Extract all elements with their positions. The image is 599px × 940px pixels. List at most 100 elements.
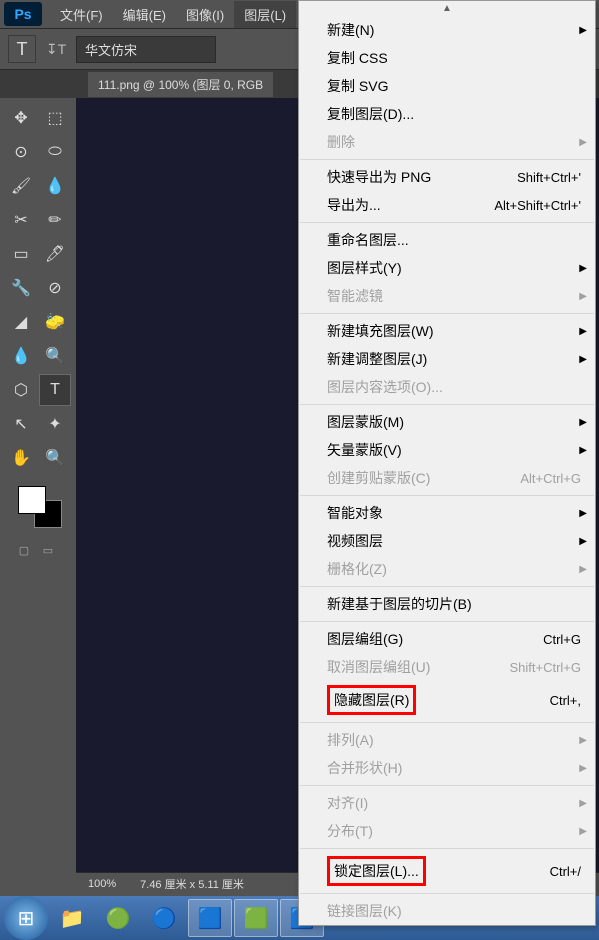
menu-item[interactable]: 图层编组(G)Ctrl+G (299, 625, 595, 653)
tool-button[interactable]: 🔧 (5, 272, 37, 304)
menu-item[interactable]: 新建填充图层(W)▶ (299, 317, 595, 345)
tool-button[interactable]: 🔍 (39, 340, 71, 372)
taskbar-app-icon[interactable]: 🔵 (142, 899, 186, 937)
menu-item[interactable]: 复制图层(D)... (299, 100, 595, 128)
menu-separator (300, 495, 594, 496)
menu-edit[interactable]: 编辑(E) (113, 1, 176, 28)
submenu-arrow-icon: ▶ (579, 137, 587, 148)
tool-button[interactable]: ✋ (5, 442, 37, 474)
tool-button[interactable]: 🔍 (39, 442, 71, 474)
foreground-color[interactable] (18, 486, 46, 514)
menu-file[interactable]: 文件(F) (50, 1, 113, 28)
submenu-arrow-icon: ▶ (579, 536, 587, 547)
menu-item[interactable]: 新建(N)▶ (299, 16, 595, 44)
menu-item: 取消图层编组(U)Shift+Ctrl+G (299, 653, 595, 681)
tool-button[interactable]: ⬭ (39, 136, 71, 168)
menu-layer[interactable]: 图层(L) (234, 1, 296, 28)
quickmask-icon[interactable]: ▢ (14, 542, 34, 558)
tool-button[interactable]: ⬡ (5, 374, 37, 406)
menu-shortcut: Alt+Shift+Ctrl+' (494, 198, 581, 213)
menu-item: 栅格化(Z)▶ (299, 555, 595, 583)
text-orientation-icon[interactable]: ↧T (44, 37, 68, 61)
menu-item-label: 删除 (327, 132, 581, 152)
menu-separator (300, 222, 594, 223)
tools-panel: ✥⬚⊙⬭🖌💧✂✏▭🖊🔧⊘◢🧽💧🔍⬡T↖✦✋🔍 ▢ ▭ (0, 98, 76, 893)
menu-item[interactable]: 导出为...Alt+Shift+Ctrl+' (299, 191, 595, 219)
zoom-level[interactable]: 100% (88, 878, 116, 890)
menu-item-label: 新建基于图层的切片(B) (327, 594, 581, 614)
menu-item: 链接图层(K) (299, 897, 595, 925)
tool-button[interactable]: ✦ (39, 408, 71, 440)
font-family-field[interactable]: 华文仿宋 (76, 36, 216, 63)
menu-separator (300, 848, 594, 849)
submenu-arrow-icon: ▶ (579, 826, 587, 837)
tool-button[interactable]: T (39, 374, 71, 406)
menu-item-label: 链接图层(K) (327, 901, 581, 921)
tool-button[interactable]: ✂ (5, 204, 37, 236)
menu-item[interactable]: 新建调整图层(J)▶ (299, 345, 595, 373)
tool-button[interactable]: 💧 (39, 170, 71, 202)
taskbar-app-icon[interactable]: 🟩 (234, 899, 278, 937)
menu-item[interactable]: 视频图层▶ (299, 527, 595, 555)
taskbar-photoshop-icon[interactable]: 🟦 (188, 899, 232, 937)
menu-item: 智能滤镜▶ (299, 282, 595, 310)
menu-item[interactable]: 智能对象▶ (299, 499, 595, 527)
menu-item: 图层内容选项(O)... (299, 373, 595, 401)
tool-button[interactable]: 🧽 (39, 306, 71, 338)
tool-button[interactable]: ✏ (39, 204, 71, 236)
menu-item[interactable]: 快速导出为 PNGShift+Ctrl+' (299, 163, 595, 191)
menu-shortcut: Ctrl+G (543, 632, 581, 647)
menu-item[interactable]: 隐藏图层(R)Ctrl+, (299, 681, 595, 719)
menu-item-label: 重命名图层... (327, 230, 581, 250)
submenu-arrow-icon: ▶ (579, 291, 587, 302)
document-tab[interactable]: 111.png @ 100% (图层 0, RGB (88, 72, 273, 97)
submenu-arrow-icon: ▶ (579, 445, 587, 456)
tool-button[interactable]: ◢ (5, 306, 37, 338)
submenu-arrow-icon: ▶ (579, 263, 587, 274)
tool-button[interactable]: ⬚ (39, 102, 71, 134)
tool-button[interactable]: ⊙ (5, 136, 37, 168)
color-swatches[interactable] (4, 486, 72, 530)
menu-item[interactable]: 锁定图层(L)...Ctrl+/ (299, 852, 595, 890)
tool-button[interactable]: ↖ (5, 408, 37, 440)
menu-item-label: 图层编组(G) (327, 629, 543, 649)
menu-shortcut: Alt+Ctrl+G (520, 471, 581, 486)
menu-item[interactable]: 重命名图层... (299, 226, 595, 254)
tool-button[interactable]: 💧 (5, 340, 37, 372)
menu-item[interactable]: 矢量蒙版(V)▶ (299, 436, 595, 464)
menu-item[interactable]: 复制 CSS (299, 44, 595, 72)
menu-item: 创建剪贴蒙版(C)Alt+Ctrl+G (299, 464, 595, 492)
menu-separator (300, 159, 594, 160)
menu-item[interactable]: 新建基于图层的切片(B) (299, 590, 595, 618)
tool-button[interactable]: ▭ (5, 238, 37, 270)
menu-item-label: 新建(N) (327, 20, 581, 40)
menu-item-label: 创建剪贴蒙版(C) (327, 468, 520, 488)
taskbar-app-icon[interactable]: 🟢 (96, 899, 140, 937)
menu-item-label: 图层样式(Y) (327, 258, 581, 278)
menu-shortcut: Ctrl+/ (550, 864, 581, 879)
menu-item: 排列(A)▶ (299, 726, 595, 754)
menu-item-label: 视频图层 (327, 531, 581, 551)
menu-item-label: 智能滤镜 (327, 286, 581, 306)
tool-button[interactable]: 🖊 (39, 238, 71, 270)
menu-item[interactable]: 图层蒙版(M)▶ (299, 408, 595, 436)
menu-item-label: 栅格化(Z) (327, 559, 581, 579)
screenmode-icon[interactable]: ▭ (38, 542, 58, 558)
start-button[interactable]: ⊞ (4, 896, 48, 940)
menu-item[interactable]: 图层样式(Y)▶ (299, 254, 595, 282)
menu-image[interactable]: 图像(I) (176, 1, 234, 28)
menu-item-label: 合并形状(H) (327, 758, 581, 778)
submenu-arrow-icon: ▶ (579, 417, 587, 428)
tool-button[interactable]: 🖌 (5, 170, 37, 202)
tool-button[interactable]: ⊘ (39, 272, 71, 304)
document-dimensions: 7.46 厘米 x 5.11 厘米 (140, 876, 244, 892)
menu-scroll-up-icon[interactable]: ▲ (299, 1, 595, 16)
menu-item: 对齐(I)▶ (299, 789, 595, 817)
submenu-arrow-icon: ▶ (579, 354, 587, 365)
menu-item[interactable]: 复制 SVG (299, 72, 595, 100)
menu-item-label: 隐藏图层(R) (327, 685, 550, 715)
tool-button[interactable]: ✥ (5, 102, 37, 134)
current-tool-icon[interactable]: T (8, 35, 36, 63)
menu-item-label: 新建调整图层(J) (327, 349, 581, 369)
taskbar-explorer-icon[interactable]: 📁 (50, 899, 94, 937)
